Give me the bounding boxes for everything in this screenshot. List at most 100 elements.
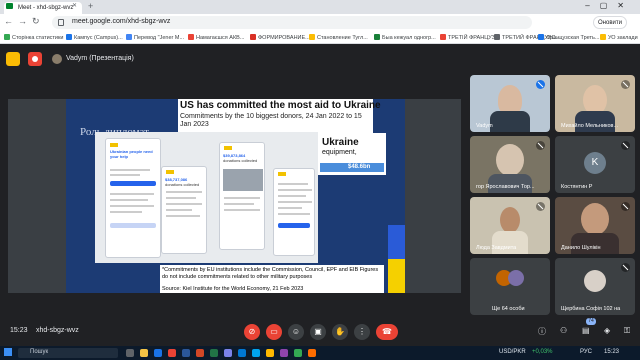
text-line: [110, 169, 150, 171]
emoji-icon: ☺: [291, 327, 301, 336]
recording-icon[interactable]: [28, 52, 42, 66]
app-icon[interactable]: [294, 349, 302, 357]
participant-tile[interactable]: Vadym: [470, 75, 550, 132]
logo-icon: [166, 170, 174, 174]
people-icon[interactable]: ⚇: [560, 326, 567, 335]
mic-off-icon: [536, 202, 545, 211]
text-line: [110, 174, 140, 176]
tab-meet[interactable]: Meet - xhd-sbgz-wvz: [4, 2, 82, 14]
avatar: [52, 54, 62, 64]
chart-partial-heading: Ukraine: [322, 137, 359, 148]
bookmark-favicon-icon: [188, 34, 194, 40]
excel-icon[interactable]: [210, 349, 218, 357]
meeting-time: 15:23: [10, 327, 28, 334]
chart-footnote-box: *Commitments by EU institutions include …: [160, 265, 384, 293]
hangup-icon: ☎: [382, 327, 392, 336]
participant-tile[interactable]: K Костянтин Р: [555, 136, 635, 193]
phone-mockup: [273, 168, 315, 256]
text-line: [278, 183, 308, 185]
phone-heading: Ukrainian people need your help: [110, 149, 153, 159]
bookmark-favicon-icon: [66, 34, 72, 40]
bookmark-favicon-icon: [600, 34, 606, 40]
windows-start-icon[interactable]: [4, 348, 12, 356]
meet-favicon-icon: [6, 3, 13, 9]
participant-tile[interactable]: гор Ярославович Тор...: [470, 136, 550, 193]
text-line: [110, 193, 154, 195]
chart-subtitle: Commitments by the 10 biggest donors, 24…: [180, 113, 362, 128]
language-indicator[interactable]: РУС: [580, 349, 592, 355]
participant-tile[interactable]: Данило Шулікін: [555, 197, 635, 254]
new-tab-button[interactable]: +: [88, 1, 93, 11]
text-line: [278, 189, 312, 191]
participant-name: Щербина Софія 102 на: [561, 306, 621, 312]
window-controls[interactable]: –▢✕: [585, 1, 634, 10]
participant-tile[interactable]: Щербина Софія 102 на: [555, 258, 635, 315]
hand-icon: ✋: [335, 327, 345, 336]
task-view-icon[interactable]: [126, 349, 134, 357]
bookmark-item[interactable]: ТРЕТІЙ ФРАНЦУЗ...: [440, 34, 500, 41]
field-bar: [110, 223, 156, 228]
phone-mockup: $38,737,086 donations collected: [161, 166, 207, 254]
currency-ticker[interactable]: USD/PKR: [499, 349, 526, 355]
word-icon[interactable]: [182, 349, 190, 357]
mic-toggle-button[interactable]: ⊘: [244, 324, 260, 340]
text-line: [278, 201, 312, 203]
text-line: [166, 215, 200, 217]
bookmark-item[interactable]: УО заклади: [600, 34, 638, 41]
bookmark-item[interactable]: Становление Тугл...: [309, 34, 368, 41]
text-line: [278, 207, 302, 209]
store-icon[interactable]: [252, 349, 260, 357]
taskbar-search[interactable]: Пошук: [18, 348, 118, 358]
bookmark-favicon-icon: [374, 34, 380, 40]
taskbar-clock[interactable]: 15:23: [604, 349, 619, 355]
emoji-button[interactable]: ☺: [288, 324, 304, 340]
bookmark-favicon-icon: [440, 34, 446, 40]
currency-change: +0,03%: [532, 349, 553, 355]
navigation-buttons[interactable]: ←→↻: [4, 16, 45, 27]
chart-card-partial: Ukraine equipment, $48.6bn: [318, 133, 386, 175]
logo-icon: [110, 143, 118, 147]
bookmark-item[interactable]: Сторінка статистики: [4, 34, 63, 41]
explorer-icon[interactable]: [140, 349, 148, 357]
mic-off-icon: [536, 141, 545, 150]
pin-icon[interactable]: [6, 52, 20, 66]
lock-icon[interactable]: ⚿: [624, 326, 630, 336]
participant-tile[interactable]: Михайло Мельников...: [555, 75, 635, 132]
app-icon[interactable]: [266, 349, 274, 357]
camera-off-icon: ▭: [270, 327, 278, 336]
powerpoint-icon[interactable]: [196, 349, 204, 357]
app-icon[interactable]: [308, 349, 316, 357]
tab-close-icon[interactable]: ✕: [72, 2, 77, 9]
chrome-icon[interactable]: [168, 349, 176, 357]
bookmark-item[interactable]: Быа кежуал одногр...: [374, 34, 436, 41]
phone-mockup: Ukrainian people need your help: [105, 138, 161, 258]
bookmark-item[interactable]: Французская Треть...: [538, 34, 600, 41]
chat-icon[interactable]: ▤: [582, 326, 590, 335]
mail-icon[interactable]: [238, 349, 246, 357]
edge-icon[interactable]: [154, 349, 162, 357]
meeting-code: xhd-sbgz-wvz: [36, 327, 79, 334]
present-button[interactable]: ▣: [310, 324, 326, 340]
url-input[interactable]: meet.google.com/xhd-sbgz-wvz: [52, 16, 532, 29]
lock-icon[interactable]: [58, 19, 64, 26]
app-icon[interactable]: [280, 349, 288, 357]
camera-toggle-button[interactable]: ▭: [266, 324, 282, 340]
more-options-button[interactable]: ⋮: [354, 324, 370, 340]
update-button[interactable]: Оновити: [593, 16, 627, 29]
raise-hand-button[interactable]: ✋: [332, 324, 348, 340]
bookmark-item[interactable]: Кампус (Campus)...: [66, 34, 123, 41]
bookmark-item[interactable]: Намагаєшся АКВ...: [188, 34, 244, 41]
mic-off-icon: [621, 202, 630, 211]
participant-tile[interactable]: Ще 64 особи: [470, 258, 550, 315]
chart-card: US has committed the most aid to Ukraine…: [178, 99, 381, 133]
avatar: [508, 270, 524, 286]
browser-tab-strip: [0, 0, 640, 14]
bookmark-item[interactable]: Перевод "Jener M...: [126, 34, 184, 41]
participant-tile[interactable]: Люда Завдмита: [470, 197, 550, 254]
info-icon[interactable]: ⓘ: [538, 326, 546, 337]
bookmarks-bar: Сторінка статистики Кампус (Campus)... П…: [0, 31, 640, 44]
more-icon: ⋮: [358, 327, 366, 336]
teams-icon[interactable]: [224, 349, 232, 357]
bookmark-item[interactable]: ФОРМИРОВАНИЕ...: [250, 34, 310, 41]
activities-icon[interactable]: ◈: [604, 326, 610, 335]
